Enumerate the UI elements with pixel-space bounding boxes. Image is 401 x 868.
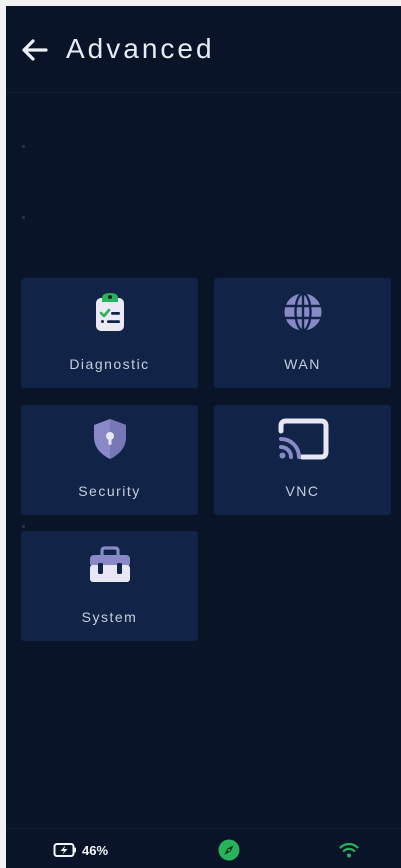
toolbox-icon — [89, 546, 130, 582]
divider-dot — [22, 145, 25, 148]
wifi-status[interactable] — [339, 841, 359, 859]
shield-keyhole-icon — [93, 419, 126, 459]
tile-label: Diagnostic — [69, 356, 150, 372]
divider-dot — [22, 216, 25, 219]
status-bar: 46% — [6, 828, 401, 868]
cast-screen-icon — [278, 418, 328, 460]
header: Advanced — [6, 6, 401, 93]
arrow-left-icon — [22, 39, 48, 61]
app-screen: Advanced Diagnostic WAN Security VNC Sys… — [6, 6, 401, 868]
back-button[interactable] — [20, 35, 50, 65]
page-title: Advanced — [66, 33, 215, 64]
battery-charging-icon — [53, 843, 76, 857]
clipboard-checklist-icon — [95, 293, 124, 331]
tile-diagnostic[interactable]: Diagnostic — [21, 278, 198, 388]
tile-label: VNC — [285, 483, 320, 499]
battery-percentage: 46% — [82, 842, 109, 858]
tile-wan[interactable]: WAN — [214, 278, 391, 388]
globe-icon — [284, 292, 321, 332]
tile-vnc[interactable]: VNC — [214, 405, 391, 515]
divider-dot — [22, 525, 25, 528]
battery-status: 46% — [53, 842, 108, 858]
compass-icon — [218, 839, 240, 861]
tile-system[interactable]: System — [21, 531, 198, 641]
gps-status[interactable] — [218, 839, 240, 861]
tile-label: System — [81, 609, 138, 625]
tile-label: Security — [78, 483, 141, 499]
tile-label: WAN — [284, 356, 321, 372]
tile-security[interactable]: Security — [21, 405, 198, 515]
wifi-icon — [339, 842, 359, 858]
